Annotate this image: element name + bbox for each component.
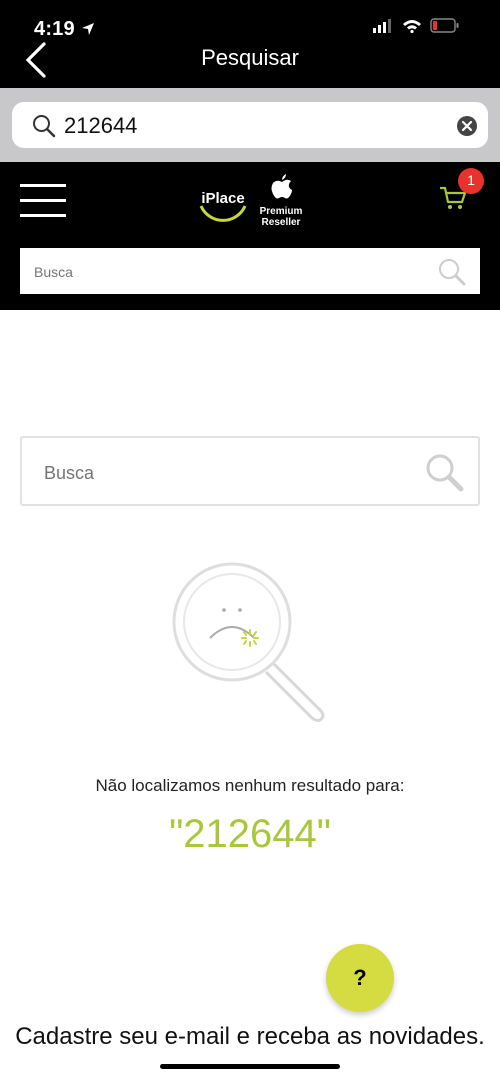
time-label: 4:19 (34, 18, 75, 40)
newsletter-heading: Cadastre seu e-mail e receba as novidade… (15, 1023, 485, 1050)
page-title: Pesquisar (201, 45, 299, 70)
search-input-value: 212644 (64, 113, 138, 138)
site-search-box (20, 248, 480, 294)
clear-icon[interactable] (456, 115, 478, 137)
apple-icon (271, 174, 292, 199)
menu-button[interactable] (20, 184, 66, 218)
search-bar: 212644 (0, 88, 500, 162)
apple-reseller-badge: Premium Reseller (259, 206, 303, 228)
location-icon (81, 23, 94, 35)
search-icon (33, 115, 56, 138)
battery-icon (430, 18, 459, 33)
site-header: iPlace Premium Reseller 1 (0, 162, 500, 310)
menu-line (20, 199, 66, 202)
wifi-icon (402, 20, 421, 34)
cart-count-badge: 1 (458, 168, 484, 194)
home-indicator[interactable] (160, 1064, 340, 1069)
menu-line (20, 184, 66, 187)
main-search-box (20, 436, 480, 506)
status-icons (373, 18, 460, 38)
search-query-text: "212644" (169, 812, 331, 856)
help-button[interactable]: ? (326, 944, 394, 1012)
status-bar: 4:19 (0, 0, 500, 44)
search-input[interactable]: 212644 (12, 102, 488, 148)
navigation-bar: Pesquisar (0, 42, 500, 88)
search-icon[interactable] (424, 452, 464, 492)
menu-line (20, 214, 66, 217)
search-icon[interactable] (438, 258, 466, 286)
no-results-message: Não localizamos nenhum resultado para: (95, 776, 405, 795)
no-results-illustration-icon (172, 562, 325, 722)
logo-text: iPlace (201, 190, 245, 207)
signal-icon (373, 19, 392, 33)
main-search-input[interactable] (42, 458, 406, 488)
site-search-input[interactable] (32, 258, 416, 286)
